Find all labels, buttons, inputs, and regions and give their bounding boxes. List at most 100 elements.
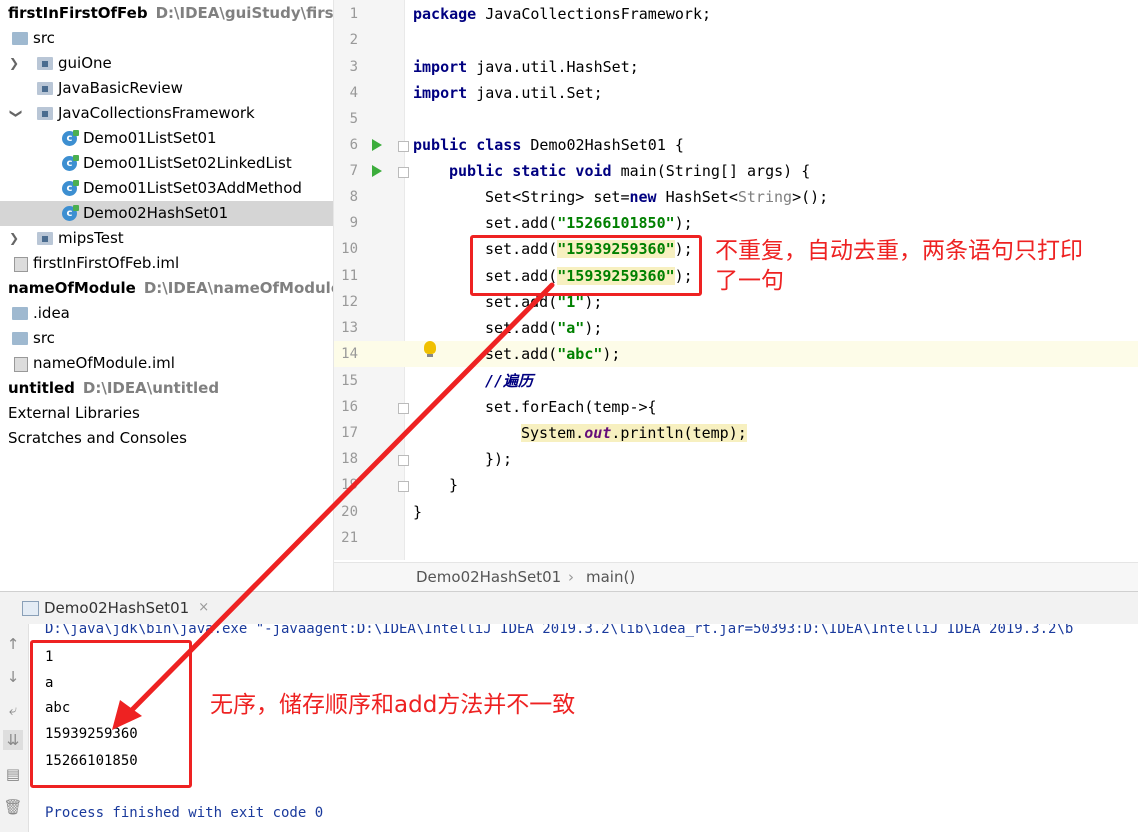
java-class-icon: c — [62, 205, 79, 221]
line-number: 7 — [349, 163, 358, 179]
tree-item-guione[interactable]: ❯ guiOne — [0, 51, 333, 76]
code-line-1[interactable]: package JavaCollectionsFramework; — [413, 1, 711, 27]
annotation-text: 不重复，自动去重，两条语句只打印 — [715, 238, 1083, 264]
tree-root-untitled[interactable]: untitled D:\IDEA\untitled — [0, 376, 333, 401]
chevron-right-icon[interactable]: ❯ — [8, 51, 20, 76]
tree-root-firstinfirstoffeb[interactable]: firstInFirstOfFebD:\IDEA\guiStudy\firstI… — [0, 1, 333, 26]
code-line-15[interactable]: //遍历 — [485, 368, 533, 394]
lightbulb-icon[interactable] — [424, 341, 436, 357]
trash-icon[interactable]: 🗑 — [3, 797, 23, 817]
tree-item-label: JavaBasicReview — [58, 79, 183, 97]
current-line-highlight — [334, 341, 1138, 367]
tree-item-javabasicreview[interactable]: JavaBasicReview — [0, 76, 333, 101]
tree-item-demo02hashset01[interactable]: c Demo02HashSet01 — [0, 201, 333, 226]
annotation-text: 了一句 — [715, 268, 784, 294]
line-number: 15 — [341, 373, 358, 389]
line-number: 21 — [341, 530, 358, 546]
line-number: 4 — [349, 85, 358, 101]
close-icon[interactable]: × — [198, 592, 209, 624]
line-number: 1 — [349, 6, 358, 22]
scroll-to-end-icon[interactable]: ⇊ — [3, 730, 23, 750]
tree-item-label: firstInFirstOfFeb.iml — [33, 254, 180, 272]
code-line-14[interactable]: set.add("abc"); — [485, 341, 620, 367]
line-number: 16 — [341, 399, 358, 415]
line-number: 8 — [349, 189, 358, 205]
code-line-18[interactable]: }); — [485, 446, 512, 472]
code-line-13[interactable]: set.add("a"); — [485, 315, 602, 341]
tree-item-scratches-and-consoles[interactable]: Scratches and Consoles — [0, 426, 333, 451]
tree-item-label: Demo02HashSet01 — [83, 204, 229, 222]
code-line-9[interactable]: set.add("15266101850"); — [485, 210, 693, 236]
package-folder-icon — [37, 57, 53, 70]
code-line-8[interactable]: Set<String> set=new HashSet<String>(); — [485, 184, 828, 210]
tree-item-label: Scratches and Consoles — [8, 429, 187, 447]
tree-item-label: nameOfModule D:\IDEA\nameOfModule — [8, 276, 333, 301]
code-line-20[interactable]: } — [413, 499, 422, 525]
fold-marker-icon[interactable] — [398, 141, 409, 152]
tree-item-javacollectionsframework[interactable]: ❯ JavaCollectionsFramework — [0, 101, 333, 126]
tree-item-demo01listset02linkedlist[interactable]: c Demo01ListSet02LinkedList — [0, 151, 333, 176]
java-class-icon: c — [62, 180, 79, 196]
line-number: 19 — [341, 477, 358, 493]
tree-item-external-libraries[interactable]: External Libraries — [0, 401, 333, 426]
breadcrumb-separator: › — [568, 568, 574, 586]
tree-item-nameofmodule-iml[interactable]: nameOfModule.iml — [0, 351, 333, 376]
tree-item-demo01listset03addmethod[interactable]: c Demo01ListSet03AddMethod — [0, 176, 333, 201]
run-toolbar: ↑ ↓ ⤶ ⇊ ▤ 🗑 — [0, 624, 29, 832]
tree-item-firstinfirstoffeb-iml[interactable]: firstInFirstOfFeb.iml — [0, 251, 333, 276]
tree-item-label: JavaCollectionsFramework — [58, 104, 255, 122]
run-config-icon — [22, 601, 39, 616]
run-main-icon[interactable] — [372, 165, 382, 177]
fold-marker-icon[interactable] — [398, 403, 409, 414]
package-folder-icon — [37, 82, 53, 95]
breadcrumb-method[interactable]: main() — [586, 563, 635, 591]
code-line-7[interactable]: public static void main(String[] args) { — [449, 158, 810, 184]
annotation-output-box — [30, 640, 192, 788]
tree-item-label: src — [33, 329, 55, 347]
print-icon[interactable]: ▤ — [3, 764, 23, 784]
package-folder-icon — [37, 107, 53, 120]
tree-item-idea[interactable]: .idea — [0, 301, 333, 326]
run-tab-label: Demo02HashSet01 — [44, 599, 190, 617]
line-number: 3 — [349, 59, 358, 75]
tree-item-src-2[interactable]: src — [0, 326, 333, 351]
arrow-up-icon[interactable]: ↑ — [3, 634, 23, 654]
annotation-duplicate-lines-box — [470, 235, 702, 296]
soft-wrap-icon[interactable]: ⤶ — [3, 700, 23, 720]
code-line-17[interactable]: System.out.println(temp); — [521, 420, 747, 446]
tree-item-label: External Libraries — [8, 404, 140, 422]
module-path: D:\IDEA\untitled — [82, 379, 220, 397]
tree-item-label: src — [33, 29, 55, 47]
module-path: D:\IDEA\guiStudy\firstInFirs — [155, 4, 334, 22]
project-tree-panel: firstInFirstOfFebD:\IDEA\guiStudy\firstI… — [0, 0, 334, 591]
iml-file-icon — [14, 257, 28, 272]
code-line-4[interactable]: import java.util.Set; — [413, 80, 603, 106]
tree-item-label: Demo01ListSet03AddMethod — [83, 179, 302, 197]
fold-marker-icon[interactable] — [398, 167, 409, 178]
console-output[interactable]: D:\java\jdk\bin\java.exe "-javaagent:D:\… — [29, 624, 1138, 832]
line-number: 10 — [341, 241, 358, 257]
chevron-right-icon[interactable]: ❯ — [8, 226, 20, 251]
line-number: 17 — [341, 425, 358, 441]
run-class-icon[interactable] — [372, 139, 382, 151]
tree-item-label: .idea — [33, 304, 70, 322]
annotation-note-duplicates: 不重复，自动去重，两条语句只打印 了一句 — [715, 236, 1083, 296]
code-line-3[interactable]: import java.util.HashSet; — [413, 54, 639, 80]
fold-marker-icon[interactable] — [398, 455, 409, 466]
code-line-16[interactable]: set.forEach(temp->{ — [485, 394, 657, 420]
folder-icon — [12, 307, 28, 320]
arrow-down-icon[interactable]: ↓ — [3, 667, 23, 687]
tree-item-demo01listset01[interactable]: c Demo01ListSet01 — [0, 126, 333, 151]
tree-root-nameofmodule[interactable]: nameOfModule D:\IDEA\nameOfModule — [0, 276, 333, 301]
fold-marker-icon[interactable] — [398, 481, 409, 492]
chevron-down-icon[interactable]: ❯ — [4, 108, 29, 120]
tree-item-src[interactable]: src — [0, 26, 333, 51]
breadcrumb-class[interactable]: Demo02HashSet01 — [416, 563, 561, 591]
package-folder-icon — [37, 232, 53, 245]
code-line-6[interactable]: public class Demo02HashSet01 { — [413, 132, 684, 158]
console-command-line: D:\java\jdk\bin\java.exe "-javaagent:D:\… — [45, 624, 1074, 637]
code-line-19[interactable]: } — [449, 472, 458, 498]
run-tab[interactable]: Demo02HashSet01 × — [16, 592, 215, 624]
annotation-note-unordered: 无序，储存顺序和add方法并不一致 — [210, 692, 576, 718]
tree-item-mipstest[interactable]: ❯ mipsTest — [0, 226, 333, 251]
